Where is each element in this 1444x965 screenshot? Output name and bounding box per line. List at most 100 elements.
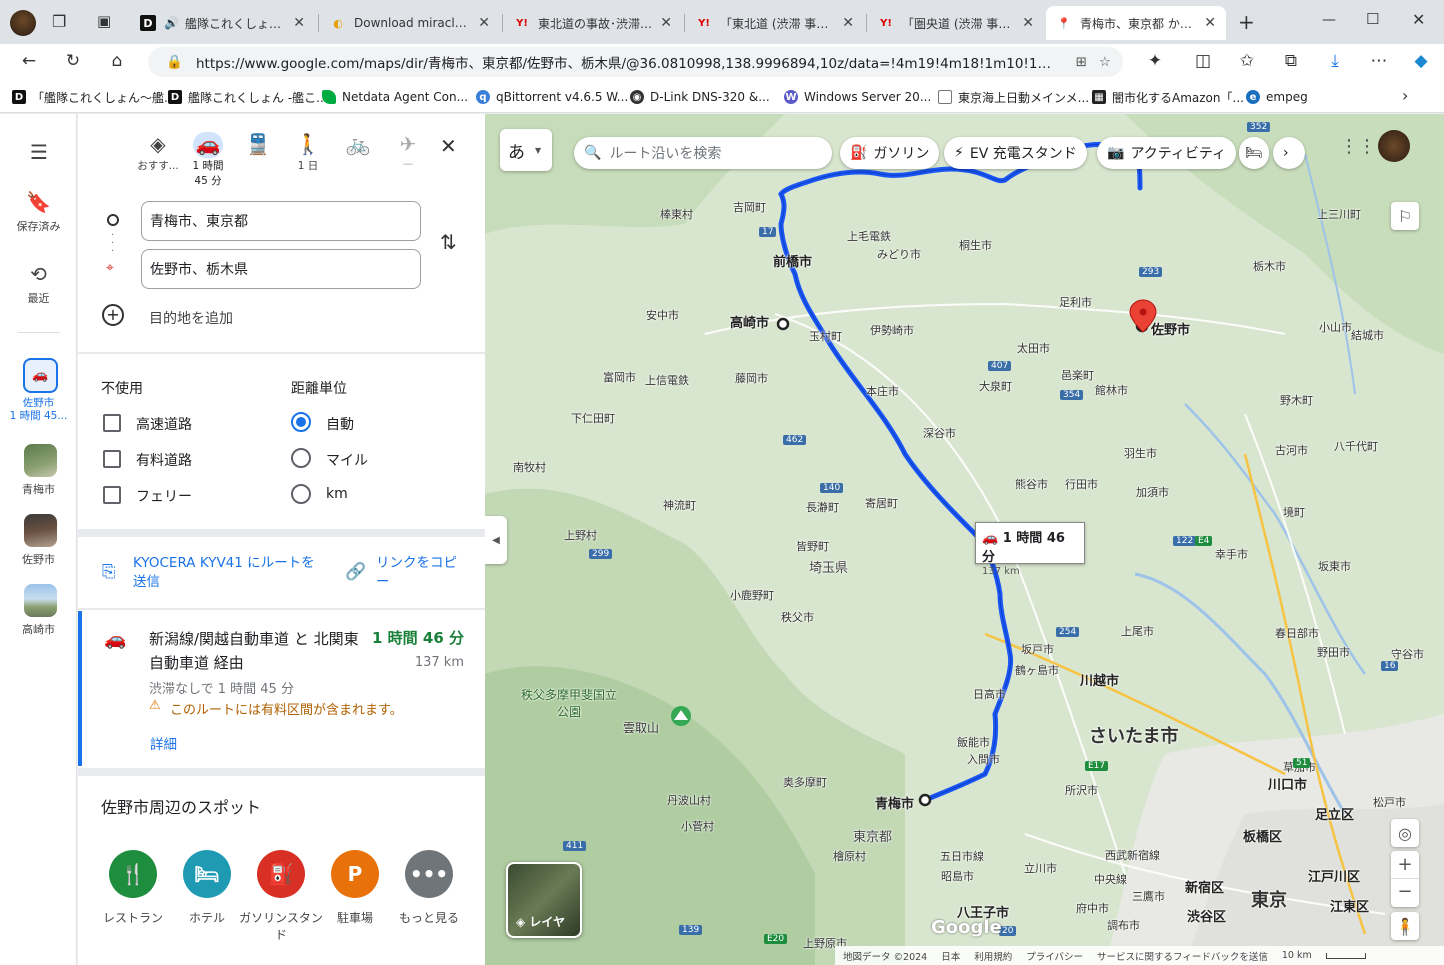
chip-hotel[interactable]: 🛏	[1239, 137, 1269, 169]
tab-close-icon[interactable]: ✕	[293, 15, 305, 31]
bookmark-item[interactable]: D 艦隊これくしょん -艦こ...	[168, 88, 328, 106]
feedback-link[interactable]: サービスに関するフィードバックを送信	[1097, 949, 1268, 963]
parking-button[interactable]: P	[331, 850, 379, 898]
close-window-button[interactable]: ✕	[1412, 10, 1425, 29]
place-thumb-takasaki[interactable]	[24, 584, 57, 617]
add-destination-label[interactable]: 目的地を追加	[149, 308, 233, 328]
chip-activities[interactable]: 📷 アクティビティ	[1097, 137, 1237, 169]
tab-close-icon[interactable]: ✕	[660, 15, 672, 31]
map-label-takasaki[interactable]: 高崎市	[730, 312, 769, 331]
avoid-highways-label[interactable]: 高速道路	[136, 414, 192, 434]
restaurant-button[interactable]: 🍴	[109, 850, 157, 898]
street-view-toggle-icon[interactable]: ⚐	[1391, 202, 1419, 230]
workspaces-icon[interactable]: ❐	[52, 12, 66, 31]
tab-close-icon[interactable]: ✕	[478, 15, 490, 31]
map-label-maebashi[interactable]: 前橋市	[773, 251, 812, 270]
back-button[interactable]: ←	[12, 44, 46, 78]
map-label-shinjuku[interactable]: 新宿区	[1185, 877, 1224, 896]
mode-best[interactable]: ◈ おすす...	[132, 132, 184, 173]
more-menu-icon[interactable]: ⋯	[1362, 44, 1396, 78]
favorite-star-icon[interactable]: ☆	[1099, 54, 1111, 70]
tab-close-icon[interactable]: ✕	[1022, 15, 1034, 31]
tab-download[interactable]: ◐ Download miracle 016 ✕	[320, 6, 500, 40]
zoom-in-button[interactable]: +	[1391, 851, 1419, 879]
app-available-icon[interactable]: ⊞	[1076, 54, 1087, 70]
map-label-kawagoe[interactable]: 川越市	[1080, 670, 1119, 689]
address-bar[interactable]: 🔒 https://www.google.com/maps/dir/青梅市、東京…	[148, 47, 1123, 77]
unit-miles-radio[interactable]	[291, 448, 311, 468]
saved-button[interactable]: 🔖 保存済み	[0, 190, 77, 234]
bookmark-item[interactable]: q qBittorrent v4.6.5 W...	[476, 88, 628, 106]
bookmark-item[interactable]: D 「艦隊これくしょん～艦...	[12, 88, 175, 106]
bookmark-item[interactable]: ◉ D-Link DNS-320 &...	[630, 88, 770, 106]
bookmark-item[interactable]: ▦ 闇市化するAmazon「...	[1092, 88, 1244, 106]
map-label-ome[interactable]: 青梅市	[875, 793, 914, 812]
recent-button[interactable]: ⟲ 最近	[0, 262, 77, 306]
profile-avatar[interactable]	[10, 10, 36, 36]
bookmark-item[interactable]: e empeg	[1246, 88, 1308, 106]
send-to-device-icon[interactable]: ⎘	[102, 562, 116, 582]
swap-icon[interactable]: ⇅	[440, 230, 457, 254]
home-button[interactable]: ⌂	[100, 44, 134, 78]
maximize-button[interactable]: ☐	[1366, 10, 1379, 28]
mode-walking[interactable]: 🚶 1 日	[282, 132, 334, 173]
copilot-icon[interactable]: ◆	[1404, 44, 1438, 78]
scale-label[interactable]: 10 km	[1282, 950, 1312, 961]
tab-maps[interactable]: 📍 青梅市、東京都 から 佐野 ✕	[1046, 6, 1226, 40]
map-label-kumotori[interactable]: 雲取山	[623, 719, 659, 736]
unit-auto-label[interactable]: 自動	[326, 414, 354, 434]
route-callout[interactable]: 🚗 1 時間 46 分 137 km	[975, 522, 1085, 577]
bookmark-item[interactable]: 東京海上日動メインメ...	[938, 88, 1089, 106]
unit-auto-radio[interactable]	[291, 412, 311, 432]
close-directions-button[interactable]: ✕	[440, 134, 457, 158]
route-card[interactable]: 🚗 新潟線/関越自動車道 と 北関東自動車道 経由 1 時間 46 分 137 …	[78, 611, 485, 766]
hotel-button[interactable]: 🛏	[183, 850, 231, 898]
favorites-icon[interactable]: ✩	[1230, 44, 1264, 78]
avoid-ferries-checkbox[interactable]	[103, 486, 121, 504]
map-label-saitama[interactable]: さいたま市	[1089, 722, 1178, 748]
tab-yahoo-1[interactable]: Y! 東北道の事故･渋滞情報 ✕	[504, 6, 682, 40]
mode-cycling[interactable]: 🚲	[332, 132, 384, 158]
avoid-ferries-label[interactable]: フェリー	[136, 486, 192, 506]
mode-flight[interactable]: ✈ —	[382, 132, 434, 170]
zoom-out-button[interactable]: −	[1391, 879, 1419, 907]
gas-station-button[interactable]: ⛽	[257, 850, 305, 898]
bookmark-item[interactable]: W Windows Server 20...	[784, 88, 931, 106]
avoid-highways-checkbox[interactable]	[103, 414, 121, 432]
route-rail-item[interactable]: 🚗	[23, 358, 58, 393]
route-details-link[interactable]: 詳細	[150, 733, 177, 753]
copy-link-button[interactable]: リンクをコピー	[376, 554, 466, 592]
audio-icon[interactable]: 🔊	[164, 16, 179, 30]
tab-yahoo-3[interactable]: Y! 「圏央道 (渋滞 事故 通 ✕	[868, 6, 1044, 40]
split-screen-icon[interactable]: ◫	[1186, 44, 1220, 78]
send-to-device-link[interactable]: KYOCERA KYV41 にルートを送信	[133, 554, 323, 592]
terms-link[interactable]: 利用規約	[974, 949, 1012, 963]
downloads-icon[interactable]: ⤓	[1318, 44, 1352, 78]
lock-icon[interactable]: 🔒	[166, 54, 183, 70]
tab-actions-icon[interactable]: ▣	[97, 12, 111, 30]
mode-driving[interactable]: 🚗 1 時間 45 分	[182, 132, 234, 188]
map-label-park[interactable]: 秩父多摩甲斐国立公園	[521, 686, 617, 720]
place-thumb-ome[interactable]	[24, 444, 57, 477]
extensions-icon[interactable]: ✦	[1138, 44, 1172, 78]
chip-ev[interactable]: ⚡ EV 充電スタンド	[944, 137, 1087, 169]
tab-yahoo-2[interactable]: Y! 「東北道 (渋滞 事故 通 ✕	[686, 6, 864, 40]
minimize-button[interactable]: —	[1322, 12, 1336, 28]
map-label-shibuya[interactable]: 渋谷区	[1187, 906, 1226, 925]
map-label-tokyo[interactable]: 東京	[1251, 886, 1287, 912]
tab-kancolle[interactable]: D 🔊 艦隊これくしょん -艦 ✕	[130, 6, 315, 40]
chip-scroll-right[interactable]: ›	[1273, 137, 1305, 169]
route-search-input[interactable]: 🔍 ルート沿いを検索	[574, 137, 832, 169]
unit-km-label[interactable]: km	[326, 486, 348, 502]
tab-close-icon[interactable]: ✕	[1204, 15, 1216, 31]
avoid-tolls-checkbox[interactable]	[103, 450, 121, 468]
origin-input[interactable]: 青梅市、東京都	[141, 201, 421, 241]
my-location-button[interactable]: ◎	[1391, 819, 1419, 847]
refresh-button[interactable]: ↻	[56, 44, 90, 78]
chip-gas[interactable]: ⛽ ガソリン	[840, 137, 940, 169]
region-link[interactable]: 日本	[941, 949, 960, 963]
bookmark-item[interactable]: Netdata Agent Con...	[322, 88, 468, 106]
tab-close-icon[interactable]: ✕	[842, 15, 854, 31]
place-thumb-sano[interactable]	[24, 514, 57, 547]
menu-icon[interactable]: ☰	[30, 140, 48, 164]
